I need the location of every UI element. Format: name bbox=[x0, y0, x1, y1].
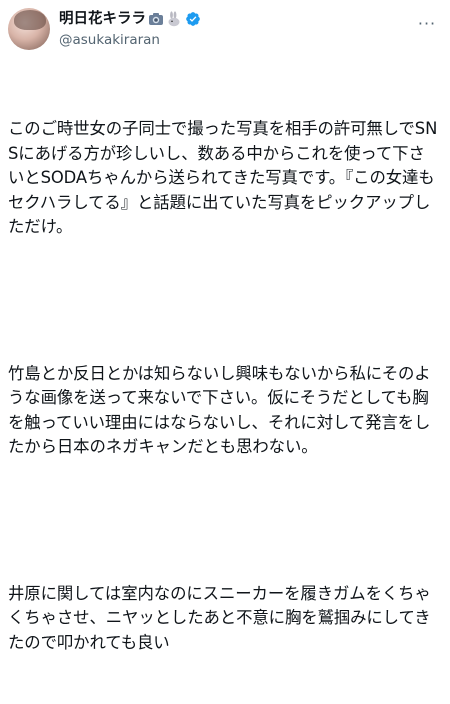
avatar[interactable] bbox=[8, 8, 50, 50]
tweet-body: このご時世女の子同士で撮った写真を相手の許可無しでSNSにあげる方が珍しいし、数… bbox=[8, 68, 438, 704]
tweet-paragraph-1: このご時世女の子同士で撮った写真を相手の許可無しでSNSにあげる方が珍しいし、数… bbox=[8, 119, 438, 236]
camera-emoji-icon bbox=[149, 13, 163, 25]
tweet-paragraph-3: 井原に関しては室内なのにスニーカーを履きガムをくちゃくちゃさせ、ニヤッとしたあと… bbox=[8, 583, 431, 652]
display-name[interactable]: 明日花キララ bbox=[59, 9, 146, 29]
user-handle[interactable]: @asukakiraran bbox=[59, 31, 416, 49]
tweet-paragraph-2: 竹島とか反日とかは知らないし興味もないから私にそのような画像を送って来ないで下さ… bbox=[8, 363, 431, 457]
tweet-header: 明日花キララ @asukakiraran ··· bbox=[8, 8, 438, 58]
author-info: 明日花キララ @asukakiraran bbox=[59, 8, 416, 49]
verified-badge-icon bbox=[186, 12, 200, 26]
rabbit-emoji-icon bbox=[168, 11, 180, 27]
tweet-card: 明日花キララ @asukakiraran ··· このご時世女の子同士で撮った写… bbox=[0, 0, 450, 652]
more-options-icon[interactable]: ··· bbox=[416, 12, 438, 34]
name-row: 明日花キララ bbox=[59, 9, 416, 29]
